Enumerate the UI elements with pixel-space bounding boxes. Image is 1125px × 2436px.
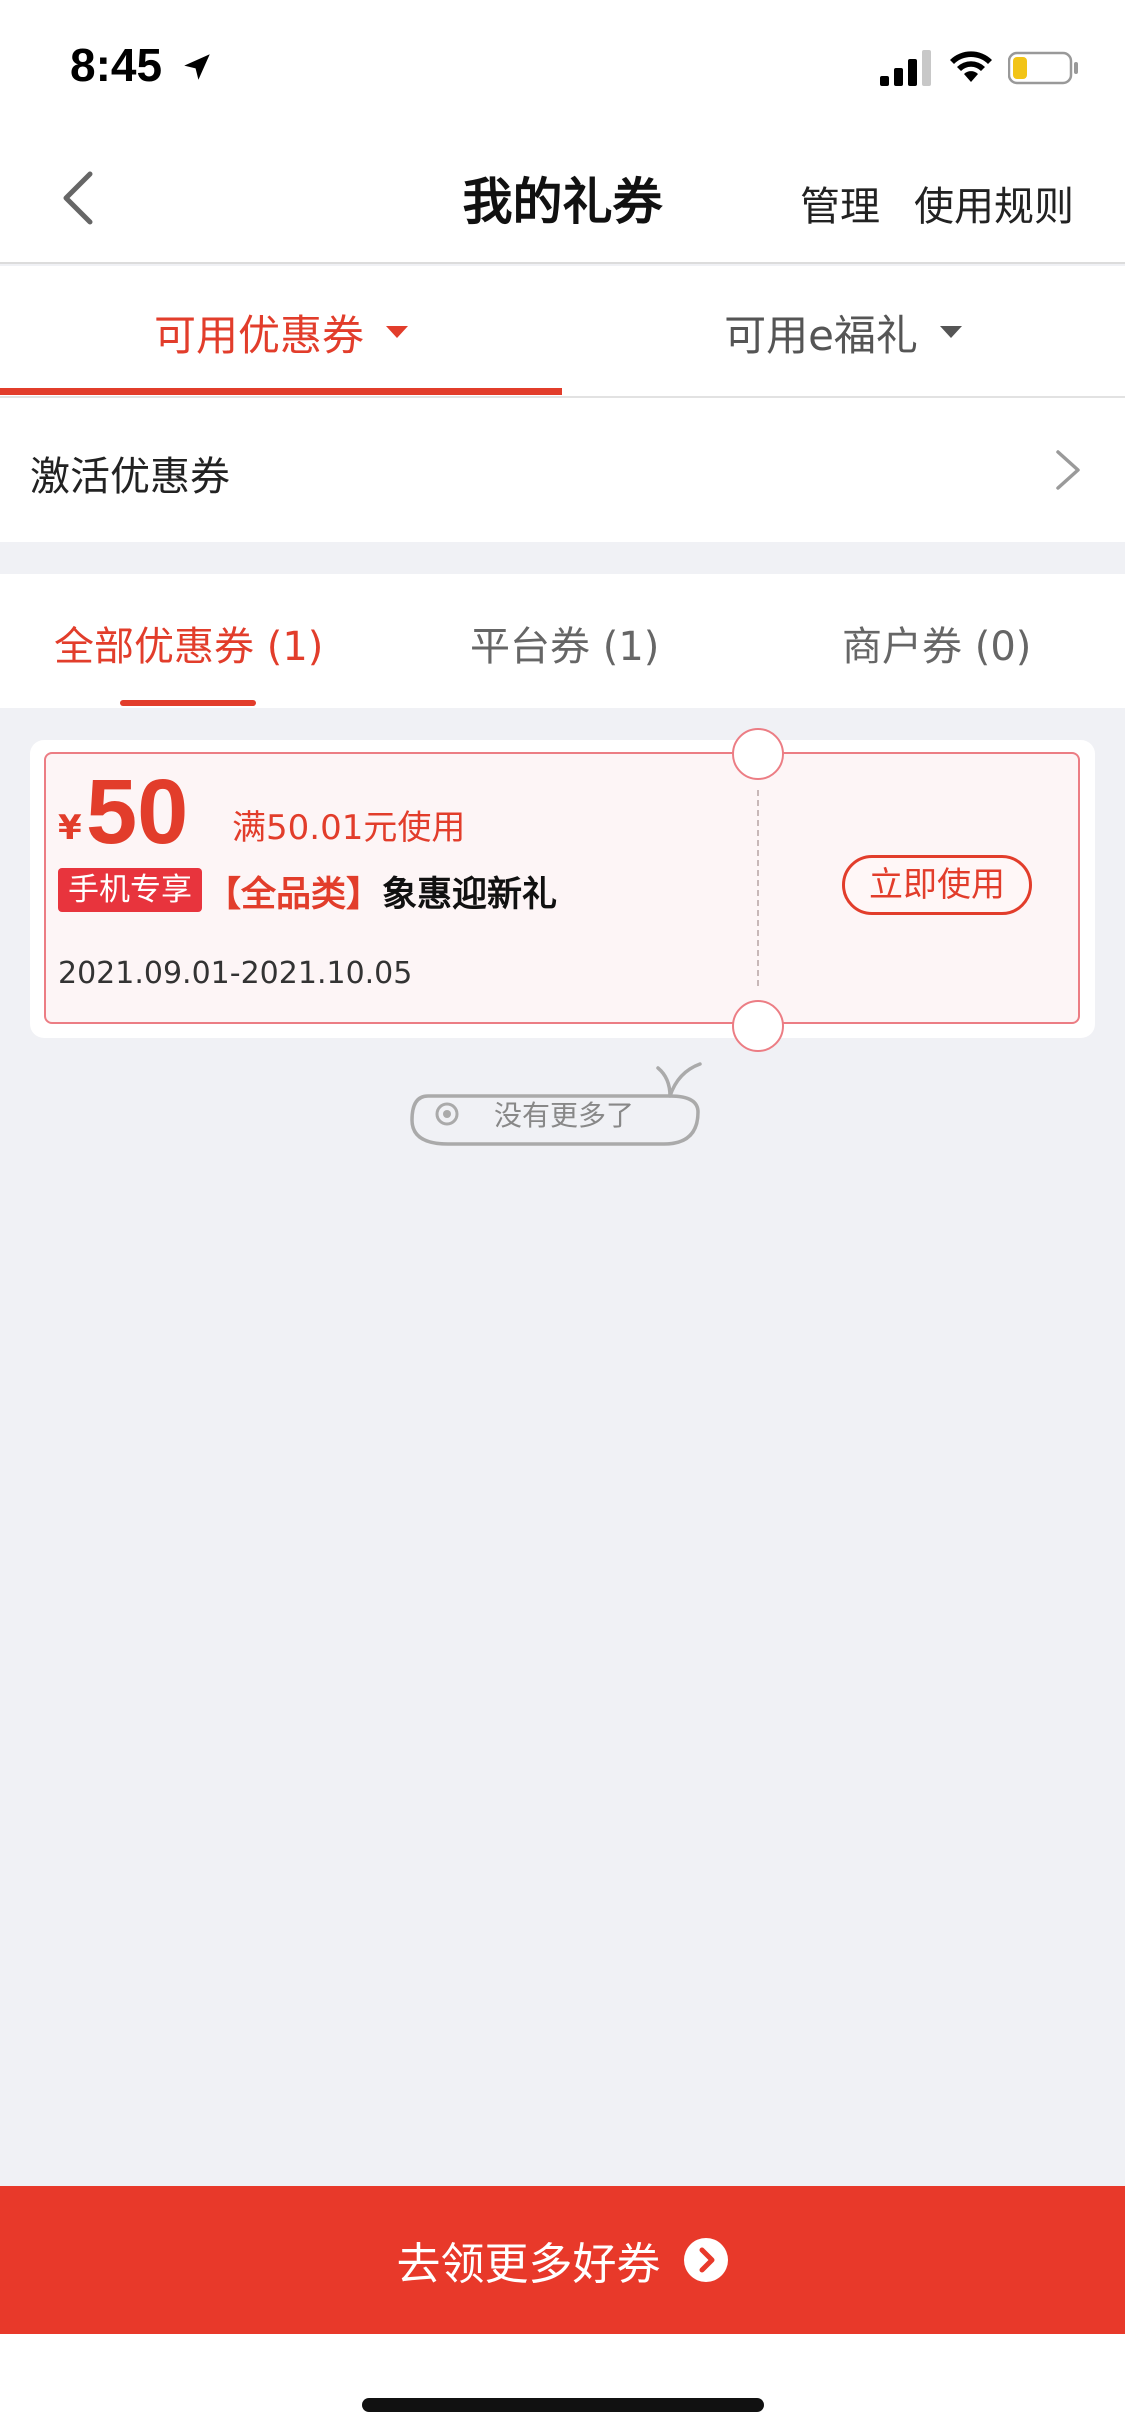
coupon-category: 【全品类】 bbox=[206, 875, 382, 915]
usage-rules-button[interactable]: 使用规则 bbox=[914, 174, 1074, 232]
status-bar: 8:45 bbox=[0, 0, 1125, 132]
ticket-notch-bottom bbox=[732, 1000, 784, 1052]
coupon-name: 象惠迎新礼 bbox=[382, 875, 558, 915]
ticket-notch-top bbox=[732, 728, 784, 780]
tab-available-coupons[interactable]: 可用优惠券 bbox=[0, 266, 562, 398]
home-indicator[interactable] bbox=[362, 2398, 764, 2412]
coupon-filter-tabs: 全部优惠券 (1) 平台券 (1) 商户券 (0) bbox=[0, 574, 1125, 708]
active-tab-indicator bbox=[0, 388, 562, 395]
use-now-button[interactable]: 立即使用 bbox=[842, 855, 1032, 915]
currency-symbol: ¥ bbox=[58, 808, 82, 848]
tab-platform-coupons[interactable]: 平台券 (1) bbox=[470, 614, 659, 672]
coupon-amount: 50 bbox=[86, 761, 189, 863]
battery-icon bbox=[1008, 51, 1078, 85]
back-arrow-icon[interactable] bbox=[52, 168, 112, 228]
tab-label: 可用e福礼 bbox=[724, 310, 918, 360]
location-arrow-icon bbox=[184, 54, 210, 80]
dropdown-triangle-icon bbox=[939, 326, 962, 338]
dropdown-triangle-icon bbox=[386, 326, 408, 338]
navigation-bar: 我的礼券 管理 使用规则 bbox=[0, 132, 1125, 264]
chevron-right-icon bbox=[1056, 450, 1080, 490]
coupon-condition: 满50.01元使用 bbox=[232, 808, 466, 848]
tab-all-coupons[interactable]: 全部优惠券 (1) bbox=[54, 614, 323, 672]
cellular-signal-icon bbox=[880, 50, 931, 86]
manage-button[interactable]: 管理 bbox=[800, 174, 880, 232]
no-more-text: 没有更多了 bbox=[494, 1099, 635, 1132]
activate-coupon-row[interactable]: 激活优惠券 bbox=[0, 398, 1125, 542]
arrow-right-circle-icon bbox=[683, 2238, 728, 2282]
coupon-validity: 2021.09.01-2021.10.05 bbox=[58, 956, 413, 991]
active-subtab-indicator bbox=[120, 700, 256, 706]
get-more-coupons-button[interactable]: 去领更多好券 bbox=[0, 2186, 1125, 2334]
mobile-exclusive-badge: 手机专享 bbox=[58, 868, 202, 912]
wifi-icon bbox=[950, 51, 992, 82]
status-time: 8:45 bbox=[70, 39, 163, 91]
tab-merchant-coupons[interactable]: 商户券 (0) bbox=[842, 614, 1031, 672]
tab-label: 可用优惠券 bbox=[153, 310, 364, 360]
get-more-coupons-label: 去领更多好券 bbox=[396, 2239, 661, 2290]
home-indicator-area bbox=[0, 2334, 1125, 2436]
activate-coupon-label: 激活优惠券 bbox=[30, 454, 230, 500]
top-tabs: 可用优惠券 可用e福礼 bbox=[0, 266, 1125, 398]
tab-available-e-gifts[interactable]: 可用e福礼 bbox=[562, 266, 1124, 398]
ticket-divider bbox=[757, 790, 759, 986]
